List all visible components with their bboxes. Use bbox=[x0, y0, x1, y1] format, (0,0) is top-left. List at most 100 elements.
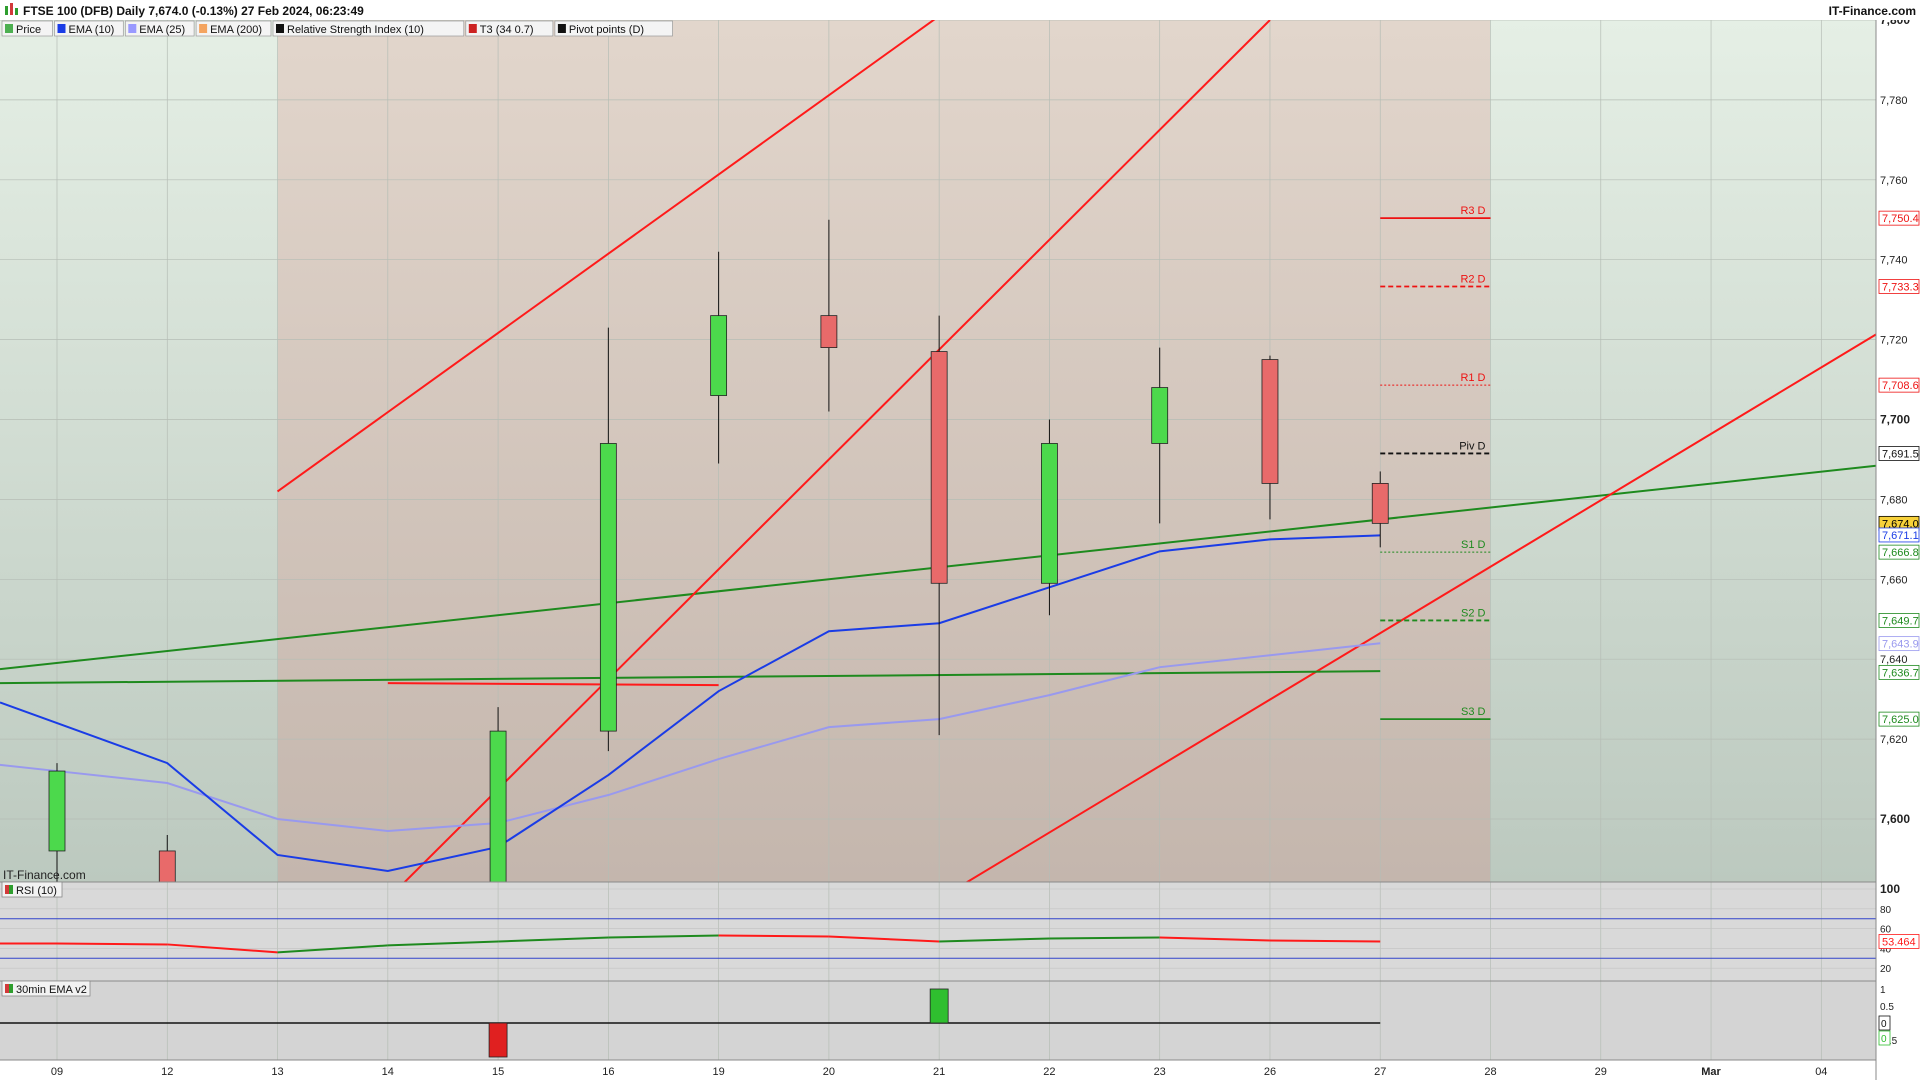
pivot-price-tag-label: 7,733.3 bbox=[1882, 281, 1919, 293]
indicator-y-tick-label: 1 bbox=[1880, 985, 1886, 996]
chart-svg[interactable]: R3 DR2 DR1 DPiv DS1 DS2 DS3 D 7,8007,780… bbox=[0, 0, 1920, 1080]
pivot-price-tag-label: 7,666.8 bbox=[1882, 547, 1919, 559]
legend-swatch-icon bbox=[128, 24, 137, 33]
y-tick-label: 7,660 bbox=[1880, 574, 1908, 586]
pivot-price-tag: 7,666.8 bbox=[1878, 544, 1920, 560]
pivot-price-tag: 7,733.3 bbox=[1878, 279, 1920, 294]
y-tick-label: 7,700 bbox=[1880, 413, 1910, 427]
pivot-price-tag-label: 7,691.5 bbox=[1882, 448, 1919, 460]
rsi-line-segment bbox=[718, 934, 829, 938]
pivot-label: S3 D bbox=[1461, 706, 1486, 718]
rsi-y-tick-label: 100 bbox=[1880, 882, 1900, 896]
x-tick-label: 21 bbox=[933, 1066, 945, 1078]
x-tick-label: 29 bbox=[1595, 1066, 1607, 1078]
y-tick-label: 7,600 bbox=[1880, 812, 1910, 826]
x-tick-label: 04 bbox=[1815, 1066, 1827, 1078]
rsi-line-segment bbox=[1269, 939, 1381, 943]
chart-window: R3 DR2 DR1 DPiv DS1 DS2 DS3 D 7,8007,780… bbox=[0, 0, 1920, 1080]
legend-item[interactable]: T3 (34 0.7) bbox=[465, 20, 554, 37]
pivot-price-tag: 7,708.6 bbox=[1878, 377, 1920, 393]
rsi-y-tick-label: 60 bbox=[1880, 925, 1892, 936]
pivot-price-tag: 7,691.5 bbox=[1878, 446, 1920, 461]
legend-item[interactable]: EMA (25) bbox=[124, 20, 195, 37]
y-tick-label: 7,780 bbox=[1880, 95, 1908, 107]
price-tag-label: 7,636.7 bbox=[1882, 667, 1919, 679]
price-tag: 7,671.1 bbox=[1878, 527, 1920, 543]
pivot-label: Piv D bbox=[1459, 440, 1485, 452]
rsi-value-tag-label: 53.464 bbox=[1882, 936, 1916, 948]
y-tick-label: 7,640 bbox=[1880, 654, 1908, 666]
rsi-title: RSI (10) bbox=[16, 885, 57, 897]
x-tick-label: 23 bbox=[1154, 1066, 1166, 1078]
pivot-price-tag: 7,649.7 bbox=[1878, 613, 1920, 628]
rsi-line-segment bbox=[1049, 936, 1160, 940]
legend-item-label: EMA (10) bbox=[69, 24, 115, 36]
x-tick-label: 28 bbox=[1484, 1066, 1496, 1078]
indicator-value-tag-label: 0 bbox=[1881, 1034, 1887, 1045]
indicator-value-tag: 0 bbox=[1878, 1030, 1891, 1046]
x-tick-label: 16 bbox=[602, 1066, 614, 1078]
price-tag-label: 7,643.9 bbox=[1882, 639, 1919, 651]
rsi-y-tick-label: 20 bbox=[1880, 964, 1892, 975]
price-tag: 7,636.7 bbox=[1878, 664, 1920, 680]
indicator-icon bbox=[5, 984, 13, 993]
candle-body bbox=[1261, 359, 1279, 484]
pivot-label: R1 D bbox=[1460, 372, 1485, 384]
price-tag: 7,643.9 bbox=[1878, 636, 1920, 652]
candle-body bbox=[930, 351, 948, 584]
candle-body bbox=[489, 730, 507, 882]
legend-item[interactable]: Price bbox=[1, 20, 53, 37]
candle-body bbox=[1371, 483, 1389, 524]
legend-swatch-icon bbox=[468, 24, 477, 33]
indicator-bar bbox=[488, 1022, 508, 1058]
legend-item-label: EMA (25) bbox=[139, 24, 185, 36]
legend-item[interactable]: Relative Strength Index (10) bbox=[272, 20, 465, 37]
indicator-y-tick-label: 0.5 bbox=[1880, 1002, 1894, 1013]
x-tick-label: 27 bbox=[1374, 1066, 1386, 1078]
chart-title: FTSE 100 (DFB) Daily 7,674.0 (-0.13%) 27… bbox=[23, 4, 364, 18]
candle-body bbox=[1151, 387, 1169, 444]
candle-body bbox=[710, 315, 728, 396]
legend-item-label: Relative Strength Index (10) bbox=[287, 24, 424, 36]
indicator-bar bbox=[929, 988, 949, 1024]
x-tick-label: 19 bbox=[712, 1066, 724, 1078]
rsi-line-segment bbox=[56, 942, 168, 946]
ema-v2-panel-label[interactable]: 30min EMA v2 bbox=[1, 980, 91, 997]
watermark-label: IT-Finance.com bbox=[3, 868, 86, 882]
x-tick-label: 13 bbox=[271, 1066, 283, 1078]
legend-item[interactable]: Pivot points (D) bbox=[554, 20, 673, 37]
candle-body bbox=[1041, 443, 1058, 584]
candle-body bbox=[48, 770, 66, 852]
candle-body bbox=[820, 315, 838, 348]
legend-swatch-icon bbox=[57, 24, 66, 33]
x-tick-label: 12 bbox=[161, 1066, 173, 1078]
ema-v2-title: 30min EMA v2 bbox=[16, 984, 87, 996]
x-tick-label: 20 bbox=[823, 1066, 835, 1078]
x-tick-label: 26 bbox=[1264, 1066, 1276, 1078]
rsi-panel-label[interactable]: RSI (10) bbox=[1, 881, 63, 898]
pivot-price-tag-label: 7,708.6 bbox=[1882, 380, 1919, 392]
legend-item[interactable]: EMA (200) bbox=[195, 20, 272, 37]
pivot-label: R2 D bbox=[1460, 273, 1485, 285]
x-tick-label: Mar bbox=[1701, 1066, 1721, 1078]
x-tick-label: 15 bbox=[492, 1066, 504, 1078]
rsi-y-tick-label: 80 bbox=[1880, 905, 1892, 916]
pivot-label: S2 D bbox=[1461, 607, 1486, 619]
rsi-value-tag: 53.464 bbox=[1878, 934, 1920, 949]
x-tick-label: 22 bbox=[1043, 1066, 1055, 1078]
candle[interactable] bbox=[489, 707, 507, 907]
brand-label: IT-Finance.com bbox=[1829, 4, 1916, 18]
legend-bar: Price EMA (10) EMA (25) EMA (200) Relative S… bbox=[1, 20, 673, 37]
pivot-label: R3 D bbox=[1460, 205, 1485, 217]
candle-body bbox=[599, 443, 617, 732]
y-tick-label: 7,740 bbox=[1880, 255, 1908, 267]
price-tag-label: 7,671.1 bbox=[1882, 530, 1919, 542]
pivot-price-tag: 7,625.0 bbox=[1878, 711, 1920, 727]
legend-item[interactable]: EMA (10) bbox=[54, 20, 124, 37]
pivot-price-tag-label: 7,750.4 bbox=[1882, 213, 1919, 225]
legend-item-label: Price bbox=[16, 24, 41, 36]
x-tick-label: 14 bbox=[382, 1066, 394, 1078]
highlight-region bbox=[278, 20, 1490, 882]
legend-item-label: Pivot points (D) bbox=[569, 24, 644, 36]
y-tick-label: 7,620 bbox=[1880, 734, 1908, 746]
